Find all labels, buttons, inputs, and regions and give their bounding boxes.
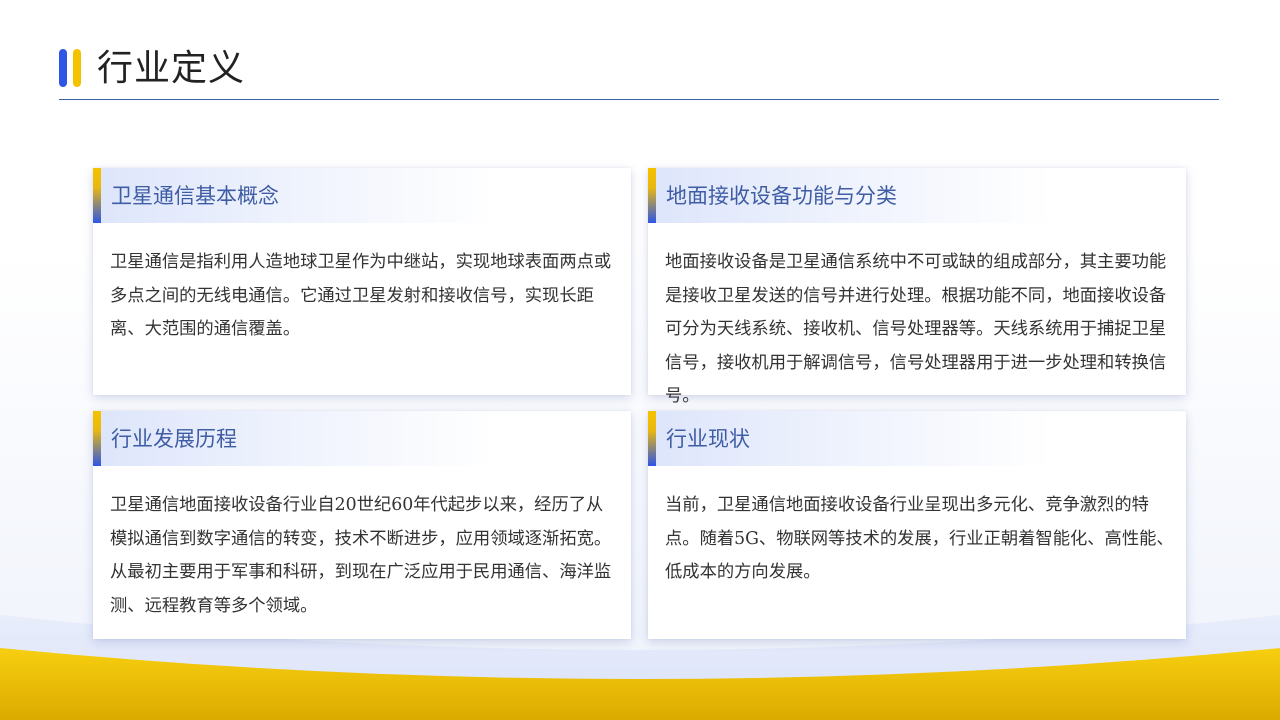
card-accent-bar xyxy=(93,411,101,466)
card-accent-bar xyxy=(648,411,656,466)
card-title: 卫星通信基本概念 xyxy=(111,184,279,208)
card-body: 卫星通信是指利用人造地球卫星作为中继站，实现地球表面两点或多点之间的无线电通信。… xyxy=(110,252,612,339)
card-accent-bar xyxy=(93,168,101,223)
card-ground-equipment: 地面接收设备功能与分类 地面接收设备是卫星通信系统中不可或缺的组成部分，其主要功… xyxy=(648,168,1186,406)
card-body: 卫星通信地面接收设备行业自20世纪60年代起步以来，经历了从模拟通信到数字通信的… xyxy=(110,495,612,616)
card-title: 地面接收设备功能与分类 xyxy=(666,184,897,208)
page-title: 行业定义 xyxy=(97,48,246,89)
card-industry-history: 行业发展历程 卫星通信地面接收设备行业自20世纪60年代起步以来，经历了从模拟通… xyxy=(93,411,631,639)
card-body: 地面接收设备是卫星通信系统中不可或缺的组成部分，其主要功能是接收卫星发送的信号并… xyxy=(665,252,1167,406)
title-accent-bar-yellow xyxy=(73,49,81,87)
header-divider xyxy=(59,99,1219,100)
card-industry-status: 行业现状 当前，卫星通信地面接收设备行业呈现出多元化、竞争激烈的特点。随着5G、… xyxy=(648,411,1186,639)
card-satellite-concept: 卫星通信基本概念 卫星通信是指利用人造地球卫星作为中继站，实现地球表面两点或多点… xyxy=(93,168,631,395)
card-title: 行业发展历程 xyxy=(111,427,237,451)
title-accent-bar-blue xyxy=(59,49,67,87)
card-body: 当前，卫星通信地面接收设备行业呈现出多元化、竞争激烈的特点。随着5G、物联网等技… xyxy=(665,495,1174,582)
card-accent-bar xyxy=(648,168,656,223)
card-title: 行业现状 xyxy=(666,427,750,451)
